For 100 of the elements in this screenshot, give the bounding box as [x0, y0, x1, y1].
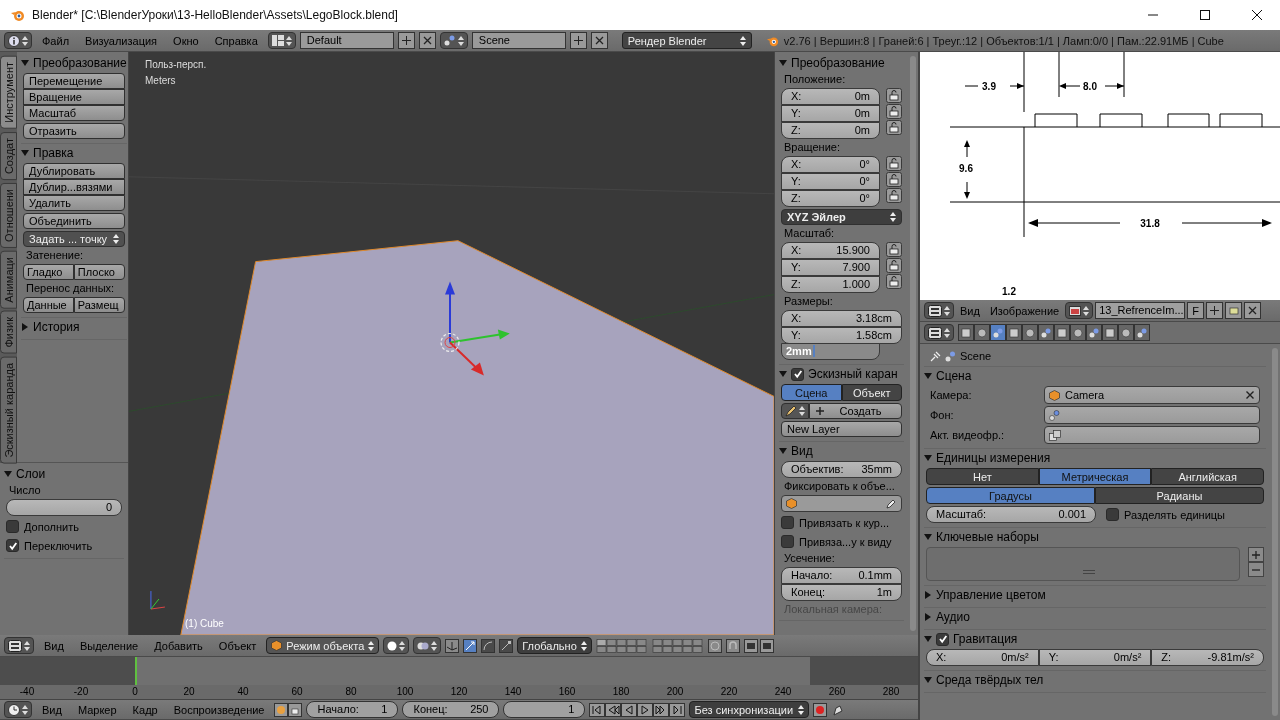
tool-button[interactable]: Плоско [73, 264, 125, 280]
tool-button[interactable]: Масштаб [23, 105, 125, 121]
tool-button[interactable]: New Layer [781, 421, 902, 437]
number-field[interactable]: Y: 1.58cm [781, 327, 902, 344]
layer-grid-icon[interactable] [595, 638, 648, 653]
mode-dropdown[interactable]: Режим объекта [266, 637, 380, 654]
render-icon[interactable] [743, 638, 774, 653]
menu-item[interactable]: Справка [208, 34, 264, 47]
fake-user-button[interactable]: F [1187, 302, 1205, 319]
toggle-button[interactable]: Нет [926, 468, 1039, 485]
panel-title[interactable]: Ключевые наборы [936, 530, 1039, 544]
properties-tab[interactable] [1070, 324, 1086, 341]
lock-icon[interactable] [886, 188, 902, 203]
disclosure-triangle-icon[interactable] [924, 372, 932, 380]
panel-title[interactable]: Вид [791, 444, 813, 458]
scene-selector-button[interactable] [439, 32, 468, 49]
number-field[interactable]: Z: -9.81m/s² [1151, 649, 1264, 666]
timeline-area[interactable]: -40 -20 0 20 40 60 80 100 120 140 160 180 200 220 240 260 280 [0, 657, 918, 700]
menu-item[interactable]: Изображение [985, 304, 1064, 317]
menu-item[interactable]: Воспроизведение [167, 703, 271, 716]
create-button[interactable]: Создать [809, 403, 902, 419]
lock-icon[interactable] [886, 120, 902, 135]
pin-icon[interactable] [930, 350, 941, 362]
disclosure-triangle-icon[interactable] [779, 59, 787, 67]
properties-tab[interactable] [1022, 324, 1038, 341]
dropdown[interactable]: Задать ... точку [23, 231, 125, 247]
checkbox[interactable] [6, 539, 19, 552]
menu-item[interactable]: Выделение [73, 639, 145, 652]
disclosure-triangle-icon[interactable] [924, 635, 932, 643]
object-field[interactable] [781, 495, 902, 512]
scene-name-field[interactable]: Scene [471, 32, 566, 49]
number-field[interactable]: X: 0m/s² [926, 649, 1039, 666]
transform-gizmo-drawing[interactable] [440, 281, 510, 376]
end-frame-field[interactable]: Конец: 250 [402, 701, 500, 718]
checkbox[interactable] [936, 632, 949, 646]
toggle-button[interactable]: Объект [841, 384, 902, 401]
scrollbar[interactable] [1272, 348, 1278, 716]
properties-tab[interactable] [958, 324, 974, 341]
number-field[interactable]: X: 15.900 [781, 242, 880, 259]
tool-tab[interactable]: Создат [0, 131, 17, 180]
number-field[interactable]: 0 [6, 499, 122, 516]
number-field[interactable]: Y: 7.900 [781, 259, 880, 276]
pack-button[interactable] [1225, 302, 1243, 319]
menu-item[interactable]: Файл [36, 34, 76, 47]
editor-type-button[interactable] [4, 701, 32, 718]
object-field[interactable] [1044, 406, 1260, 424]
panel-title[interactable]: Аудио [936, 610, 970, 624]
number-field[interactable]: X: 0m [781, 88, 880, 105]
properties-tab[interactable] [1038, 324, 1054, 341]
lock-icon[interactable] [886, 104, 902, 119]
disclosure-triangle-icon[interactable] [4, 470, 12, 478]
tool-button[interactable]: Размещ [73, 297, 125, 313]
tool-button[interactable]: Дублир...вязями [23, 179, 125, 195]
disclosure-triangle-icon[interactable] [924, 676, 932, 684]
properties-tab[interactable] [1054, 324, 1070, 341]
number-field[interactable]: Начало: 0.1mm [781, 567, 902, 584]
editor-type-button[interactable] [4, 637, 34, 654]
number-field[interactable]: Y: 0m/s² [1038, 649, 1152, 666]
number-field[interactable]: Y: 0m [781, 105, 880, 122]
image-name-field[interactable]: 13_RefrenceIm... [1095, 302, 1186, 319]
disclosure-triangle-icon[interactable] [21, 59, 29, 67]
lock-icon[interactable] [886, 242, 902, 257]
number-field[interactable]: Y: 0° [781, 173, 880, 190]
number-field[interactable]: Масштаб: 0.001 [926, 506, 1096, 523]
toggle-button[interactable]: Градусы [926, 487, 1095, 504]
menu-item[interactable]: Окно [167, 34, 205, 47]
pivot-dropdown[interactable] [413, 637, 442, 654]
close-icon[interactable] [1251, 9, 1263, 21]
panel-title[interactable]: Среда твёрдых тел [936, 673, 1044, 687]
checkbox[interactable] [781, 516, 794, 529]
proportional-edit-icon[interactable] [707, 638, 722, 653]
panel-title[interactable]: Управление цветом [936, 588, 1046, 602]
disclosure-triangle-icon[interactable] [21, 323, 29, 331]
properties-tab[interactable] [1134, 324, 1150, 341]
properties-tab[interactable] [1118, 324, 1134, 341]
record-icon[interactable] [813, 702, 828, 717]
sync-mode-dropdown[interactable]: Без синхронизации [689, 701, 810, 718]
menu-item[interactable]: Кадр [126, 703, 164, 716]
maximize-icon[interactable] [1199, 9, 1211, 21]
current-frame-field[interactable]: 1 [503, 701, 586, 718]
panel-title[interactable]: Единицы измерения [936, 451, 1051, 465]
close-button[interactable] [590, 32, 608, 49]
scale-manipulator-icon[interactable] [499, 638, 514, 653]
number-field[interactable]: Z: 1.000 [781, 276, 880, 293]
panel-title[interactable]: Правка [33, 146, 74, 160]
number-field[interactable]: X: 0° [781, 156, 880, 173]
rotate-manipulator-icon[interactable] [481, 638, 496, 653]
tool-button[interactable]: Гладко [23, 264, 74, 280]
editor-type-button[interactable] [924, 302, 954, 319]
lock-icon[interactable] [886, 156, 902, 171]
menu-item[interactable]: Вид [36, 703, 68, 716]
clear-icon[interactable] [1245, 390, 1255, 400]
close-button[interactable] [418, 32, 436, 49]
checkbox[interactable] [1106, 508, 1119, 521]
properties-tab[interactable] [990, 324, 1006, 341]
lock-icon[interactable] [886, 258, 902, 273]
disclosure-triangle-icon[interactable] [924, 533, 932, 541]
number-field[interactable]: Объектив: 35mm [781, 461, 902, 478]
disclosure-triangle-icon[interactable] [924, 454, 932, 462]
toggle-button[interactable]: Сцена [781, 384, 842, 401]
